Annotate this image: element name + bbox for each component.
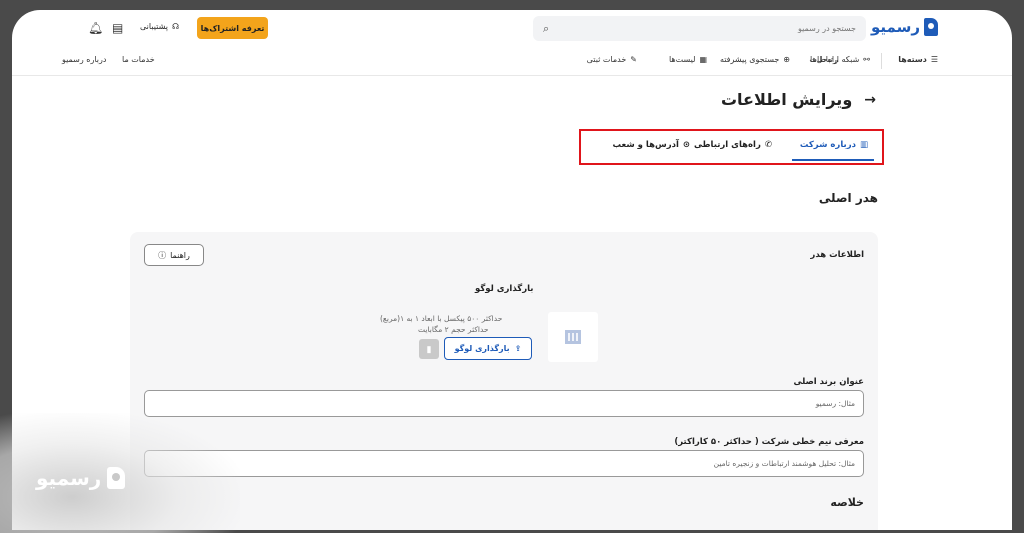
delete-logo-button[interactable]: ▮ — [419, 339, 439, 359]
nav-services[interactable]: خدمات ما — [122, 55, 155, 64]
header-info-card: اطلاعات هدر راهنما ⓘ بارگذاری لوگو حداکث… — [130, 232, 878, 530]
page-title-text: ویرایش اطلاعات — [720, 90, 853, 109]
network-icon: ⚯ — [863, 55, 870, 64]
tab-about-company[interactable]: ▥ درباره شرکت — [800, 140, 868, 150]
tabs-highlight: ▥ درباره شرکت ✆ راه‌های ارتباطی ⊙ آدرس‌ه… — [579, 129, 884, 165]
tab-addresses-label: آدرس‌ها و شعب — [612, 140, 679, 150]
brand-title-input[interactable] — [144, 390, 864, 417]
upload-hint-size: حداکثر ۵۰۰ پیکسل با ابعاد ۱ به ۱(مربع) — [380, 314, 503, 323]
nav-advanced-search-label: جستجوی پیشرفته — [719, 55, 780, 64]
page-title: → ویرایش اطلاعات — [721, 90, 876, 109]
search-input[interactable] — [549, 24, 856, 33]
main-nav: ☰ دسته‌ها ⚯ شبکه ارتباطات ⊕ جستجوی پیشرف… — [12, 48, 1012, 76]
search-icon[interactable]: ⌕ — [543, 22, 549, 36]
pricing-button[interactable]: تعرفه اشتراک‌ها — [197, 17, 268, 39]
nav-lists-label: لیست‌ها — [668, 55, 696, 64]
phone-icon: ✆ — [764, 140, 772, 150]
nav-services-label: خدمات ما — [122, 55, 155, 64]
pen-icon: ✎ — [630, 55, 637, 64]
summary-label: خلاصه — [830, 496, 864, 509]
location-pin-icon: ⊙ — [682, 140, 690, 150]
nav-divider — [881, 53, 882, 69]
logo-preview — [548, 312, 598, 362]
tab-contact-ways-label: راه‌های ارتباطی — [693, 140, 761, 150]
support-label: پشتیبانی — [140, 22, 168, 31]
back-arrow-icon[interactable]: → — [864, 92, 876, 108]
nav-categories[interactable]: ☰ دسته‌ها — [898, 55, 938, 64]
upload-logo-label: بارگذاری لوگو — [454, 344, 510, 353]
brand-logo[interactable]: رسمیو — [871, 18, 938, 36]
nav-advanced-search[interactable]: ⊕ جستجوی پیشرفته — [720, 55, 790, 64]
nav-registration[interactable]: ✎ خدمات ثبتی — [587, 55, 637, 64]
nav-solutions[interactable]: راه‌حل‌ها — [810, 55, 838, 64]
nav-about[interactable]: درباره رسمیو — [62, 55, 106, 64]
brand-name: رسمیو — [871, 18, 920, 36]
menu-icon: ☰ — [930, 55, 938, 64]
bell-icon[interactable]: 🔔︎ — [88, 21, 103, 35]
intro-label: معرفی نیم خطی شرکت ( حداکثر ۵۰ کاراکتر) — [674, 437, 864, 447]
upload-logo-button[interactable]: ⇪ بارگذاری لوگو — [444, 337, 532, 360]
nav-categories-label: دسته‌ها — [898, 55, 927, 64]
intro-input[interactable] — [144, 450, 864, 477]
nav-solutions-label: راه‌حل‌ها — [810, 55, 838, 64]
logo-mark-icon — [924, 18, 938, 36]
guide-label: راهنما — [170, 250, 190, 260]
trash-icon: ▮ — [426, 343, 432, 354]
zoom-icon: ⊕ — [783, 55, 790, 64]
brand-title-label: عنوان برند اصلی — [793, 377, 864, 387]
help-icon: ⓘ — [158, 250, 167, 260]
search-box[interactable]: ⌕ — [533, 16, 866, 41]
list-icon: ▦ — [699, 55, 707, 64]
headset-icon: ☊ — [171, 22, 180, 31]
watermark-logo: رسمیو — [36, 466, 126, 490]
section-title: هدر اصلی — [818, 191, 878, 205]
upload-title: بارگذاری لوگو — [475, 284, 534, 294]
card-title: اطلاعات هدر — [810, 250, 864, 260]
active-tab-indicator — [792, 159, 874, 161]
upload-hint-volume: حداکثر حجم ۲ مگابایت — [418, 325, 489, 334]
nav-about-label: درباره رسمیو — [62, 55, 107, 64]
support-link[interactable]: ☊ پشتیبانی — [140, 22, 179, 31]
top-header: رسمیو ⌕ تعرفه اشتراک‌ها ☊ پشتیبانی ▤ 🔔︎ — [12, 10, 1012, 48]
watermark-mark-icon — [107, 467, 126, 489]
nav-registration-label: خدمات ثبتی — [586, 55, 627, 64]
upload-icon: ⇪ — [514, 344, 522, 353]
tab-addresses[interactable]: ⊙ آدرس‌ها و شعب — [613, 140, 690, 150]
guide-button[interactable]: راهنما ⓘ — [144, 244, 204, 266]
building-placeholder-icon — [565, 330, 581, 344]
screenshot-frame: رسمیو ⌕ تعرفه اشتراک‌ها ☊ پشتیبانی ▤ 🔔︎ … — [0, 0, 1024, 533]
tab-about-company-label: درباره شرکت — [799, 140, 856, 150]
watermark-brand: رسمیو — [36, 466, 102, 490]
chat-icon[interactable]: ▤ — [112, 21, 123, 35]
nav-lists[interactable]: ▦ لیست‌ها — [669, 55, 707, 64]
building-icon: ▥ — [859, 140, 868, 150]
tab-contact-ways[interactable]: ✆ راه‌های ارتباطی — [694, 140, 772, 150]
